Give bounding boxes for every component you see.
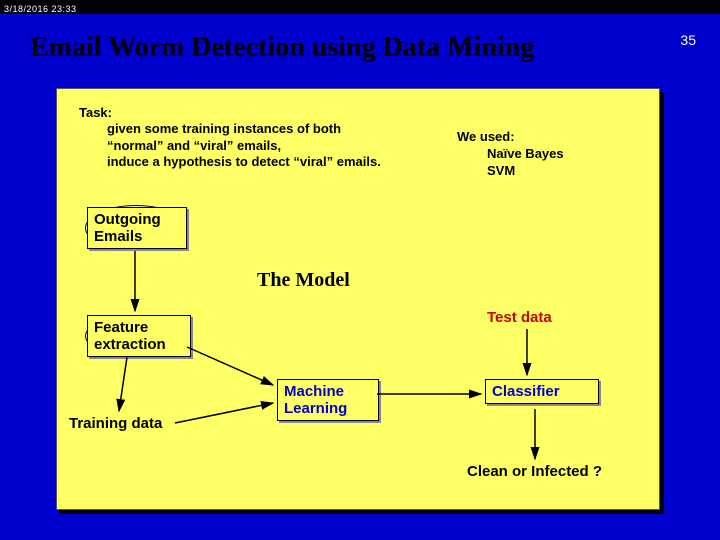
machine-learning-box: Machine Learning [277,379,379,421]
outgoing-line2: Emails [94,228,142,245]
task-block: Task: given some training instances of b… [79,105,429,170]
training-data-label: Training data [69,415,162,432]
test-data-label: Test data [487,309,552,326]
ml-line1: Machine [284,383,344,400]
feature-line1: Feature [94,319,148,336]
content-panel: Task: given some training instances of b… [56,88,660,510]
page-number: 35 [680,32,696,48]
model-heading: The Model [257,269,350,292]
task-heading: Task: [79,105,429,121]
used-heading: We used: [457,129,637,146]
used-item1: Naïve Bayes [487,146,637,163]
used-block: We used: Naïve Bayes SVM [457,129,637,180]
timestamp-label: 3/18/2016 23:33 [4,4,77,14]
outgoing-line1: Outgoing [94,211,161,228]
used-item2: SVM [487,163,637,180]
classifier-box: Classifier [485,379,599,404]
task-line2: “normal” and “viral” emails, [107,138,429,154]
outgoing-emails-box: Outgoing Emails [87,207,187,249]
slide-background: Email Worm Detection using Data Mining 3… [0,14,720,540]
clean-infected-label: Clean or Infected ? [467,463,602,480]
feature-line2: extraction [94,336,166,353]
slide-title: Email Worm Detection using Data Mining [30,32,670,64]
task-line1: given some training instances of both [107,121,429,137]
task-line3: induce a hypothesis to detect “viral” em… [107,154,429,170]
ml-line2: Learning [284,400,347,417]
feature-extraction-box: Feature extraction [87,315,191,357]
